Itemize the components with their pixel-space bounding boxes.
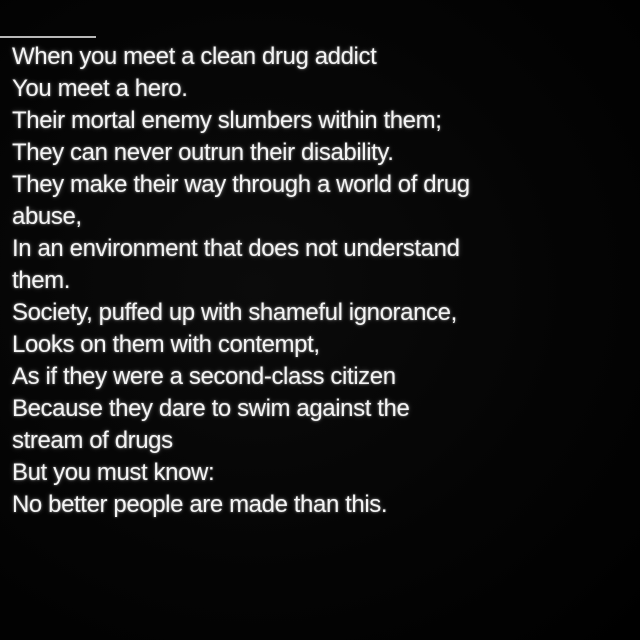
poem-text: When you meet a clean drug addict You me… [12, 41, 636, 521]
poem-line-15: No better people are made than this. [12, 491, 388, 518]
poem-line-3: Their mortal enemy slumbers within them; [12, 107, 442, 134]
poem-line-13: stream of drugs [12, 427, 173, 454]
poem-line-12: Because they dare to swim against the [12, 395, 410, 422]
poem-line-11: As if they were a second-class citizen [12, 363, 396, 390]
poem-line-7: In an environment that does not understa… [12, 235, 460, 262]
poem-line-8: them. [12, 267, 71, 294]
poem-line-6: abuse, [12, 203, 82, 230]
poem-line-4: They can never outrun their disability. [12, 139, 394, 166]
poem-line-10: Looks on them with contempt, [12, 331, 320, 358]
poem-line-1: When you meet a clean drug addict [12, 43, 377, 70]
poem-image: When you meet a clean drug addict You me… [0, 0, 640, 640]
top-divider [0, 36, 96, 38]
poem-line-5: They make their way through a world of d… [12, 171, 470, 198]
poem-line-9: Society, puffed up with shameful ignoran… [12, 299, 457, 326]
poem-line-14: But you must know: [12, 459, 215, 486]
poem-line-2: You meet a hero. [12, 75, 188, 102]
